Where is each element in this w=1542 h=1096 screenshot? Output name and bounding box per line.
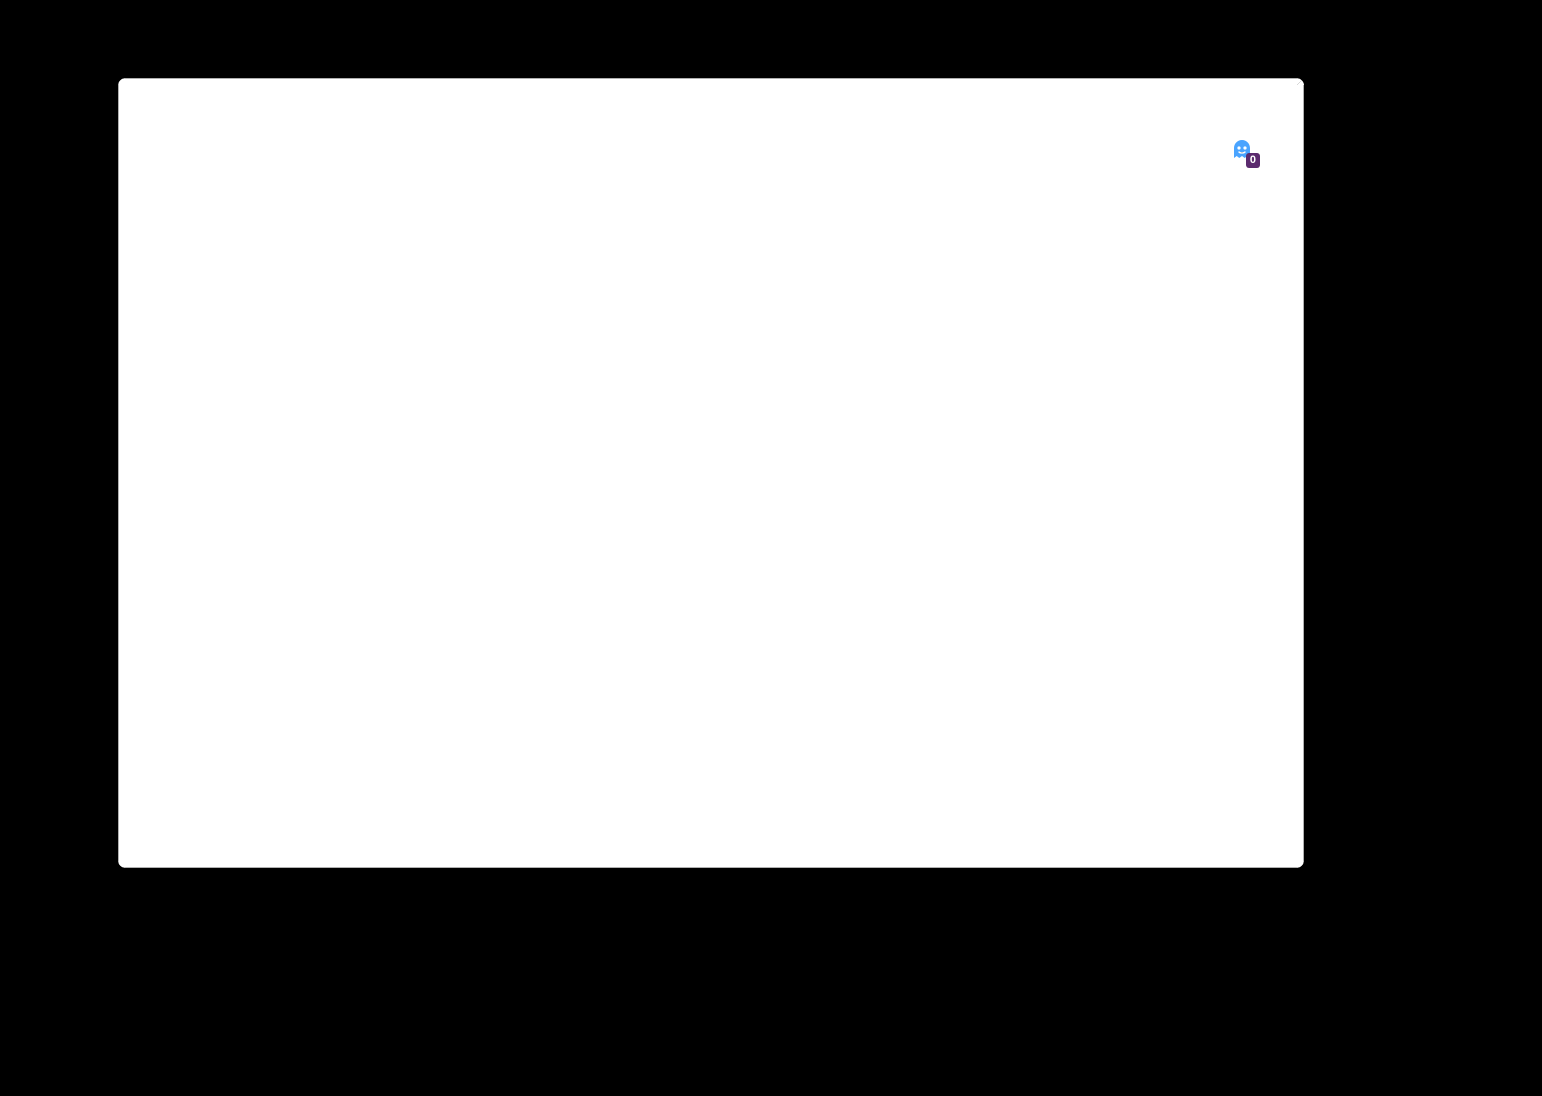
toolbar: localhost/games/ — [118, 122, 1304, 178]
extension-badge: 0 — [1246, 153, 1260, 168]
ghostery-extension-icon[interactable]: 0 — [1230, 138, 1254, 162]
browser-window: Index of /games/ × Crysfel — [118, 78, 1304, 868]
file-icon — [271, 140, 287, 160]
address-bar[interactable]: localhost/games/ — [260, 131, 1176, 169]
